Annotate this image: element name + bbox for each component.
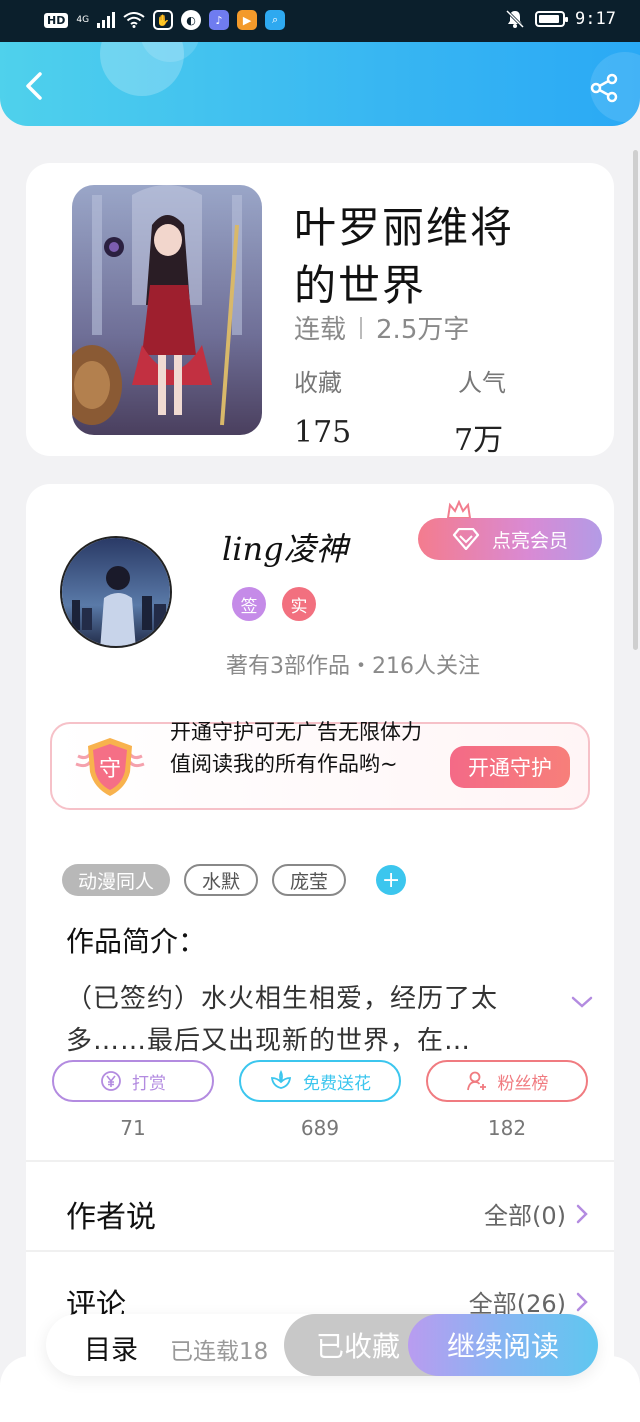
- fan-count: 182: [487, 1116, 527, 1140]
- book-meta: 连载 2.5万字: [294, 309, 469, 346]
- tip-label: 打赏: [132, 1073, 166, 1094]
- scrollbar[interactable]: [633, 150, 638, 650]
- flower-icon: [270, 1070, 292, 1089]
- author-card: ling凌神 签 实 著有3部作品・216人关注 点亮会员 守 开通守护可无广告…: [26, 484, 614, 1384]
- popularity-label: 人气: [458, 369, 506, 397]
- tip-count: 71: [120, 1116, 146, 1140]
- chevron-right-icon: [576, 1204, 588, 1223]
- tag-item[interactable]: 动漫同人: [62, 864, 171, 896]
- guard-promo: 守 开通守护可无广告无限体力值阅读我的所有作品哟~ 开通守护: [50, 720, 590, 810]
- compass-app-icon: ◐: [181, 10, 202, 30]
- tag-item[interactable]: 水默: [184, 864, 259, 896]
- meta-divider: [360, 316, 363, 339]
- status-bar: HD 4G ✋ ◐ ♪ ▶ ⌕ 9:17: [0, 0, 640, 42]
- expand-chevron-icon[interactable]: [570, 994, 594, 1010]
- video-app-icon: ▶: [237, 10, 258, 30]
- author-says-link-label: 全部(0): [484, 1202, 566, 1230]
- author-says-title: 作者说: [66, 1200, 156, 1235]
- tag-list: 动漫同人 水默 庞莹 +: [62, 864, 407, 896]
- signed-badge: 签: [232, 587, 266, 621]
- network-type: 4G: [76, 15, 90, 25]
- send-flower-label: 免费送花: [303, 1073, 371, 1094]
- hd-badge: HD: [44, 12, 69, 28]
- intro-text[interactable]: （已签约）水火相生相爱，经历了太多……最后又出现新的世界，在…: [66, 978, 552, 1062]
- shield-icon: 守: [75, 738, 145, 796]
- vip-button-label: 点亮会员: [491, 529, 568, 552]
- book-status: 连载: [294, 315, 347, 345]
- popularity-value: 7万: [454, 423, 504, 458]
- word-count: 2.5万字: [376, 315, 470, 345]
- book-info-card: 叶罗丽维将的世界 连载 2.5万字 收藏 人气 175 7万: [26, 163, 614, 458]
- tip-button[interactable]: 打赏: [52, 1060, 214, 1102]
- author-stats: 著有3部作品・216人关注: [226, 654, 480, 679]
- crown-icon: [446, 500, 472, 519]
- book-cover-image[interactable]: [72, 185, 262, 435]
- yen-icon: [101, 1071, 121, 1091]
- vip-section: 点亮会员: [418, 500, 602, 562]
- serialized-count: 已连载18: [170, 1339, 269, 1365]
- wifi-icon: [123, 12, 145, 28]
- battery-icon: [535, 11, 569, 27]
- hand-app-icon: ✋: [153, 10, 174, 30]
- music-app-icon: ♪: [209, 10, 230, 30]
- open-guard-button[interactable]: 开通守护: [450, 746, 570, 788]
- chevron-right-icon: [576, 1292, 588, 1311]
- add-tag-button[interactable]: +: [376, 865, 407, 895]
- favorites-value: 175: [294, 415, 352, 450]
- favorites-label: 收藏: [294, 369, 342, 397]
- intro-label: 作品简介：: [66, 925, 207, 958]
- catalog-button[interactable]: 目录: [84, 1328, 138, 1367]
- section-divider: [26, 1160, 614, 1162]
- diamond-icon: [452, 528, 480, 550]
- tag-item[interactable]: 庞莹: [272, 864, 347, 896]
- clock: 9:17: [575, 9, 616, 29]
- author-name[interactable]: ling凌神: [222, 524, 348, 570]
- mute-bell-icon: [505, 9, 525, 29]
- fan-user-icon: [466, 1071, 486, 1091]
- search-app-icon: ⌕: [265, 10, 286, 30]
- bottom-action-bar: 目录 已连载18 已收藏 继续阅读: [46, 1314, 598, 1376]
- vip-button[interactable]: 点亮会员: [418, 518, 602, 560]
- author-says-link[interactable]: 全部(0): [484, 1196, 588, 1231]
- fan-ranking-label: 粉丝榜: [497, 1073, 549, 1094]
- verified-badge: 实: [282, 587, 316, 621]
- shield-text: 守: [99, 757, 121, 782]
- fan-ranking-button[interactable]: 粉丝榜: [426, 1060, 588, 1102]
- book-title: 叶罗丽维将的世界: [294, 203, 515, 310]
- continue-reading-button[interactable]: 继续阅读: [408, 1314, 598, 1376]
- section-divider: [26, 1250, 614, 1252]
- top-header: [0, 42, 640, 126]
- signal-icon: [97, 12, 116, 28]
- back-chevron-icon[interactable]: [18, 68, 54, 104]
- share-icon[interactable]: [588, 72, 620, 104]
- send-flower-button[interactable]: 免费送花: [239, 1060, 401, 1102]
- flower-count: 689: [300, 1116, 340, 1140]
- guard-description: 开通守护可无广告无限体力值阅读我的所有作品哟~: [170, 720, 422, 776]
- author-avatar[interactable]: [60, 536, 172, 648]
